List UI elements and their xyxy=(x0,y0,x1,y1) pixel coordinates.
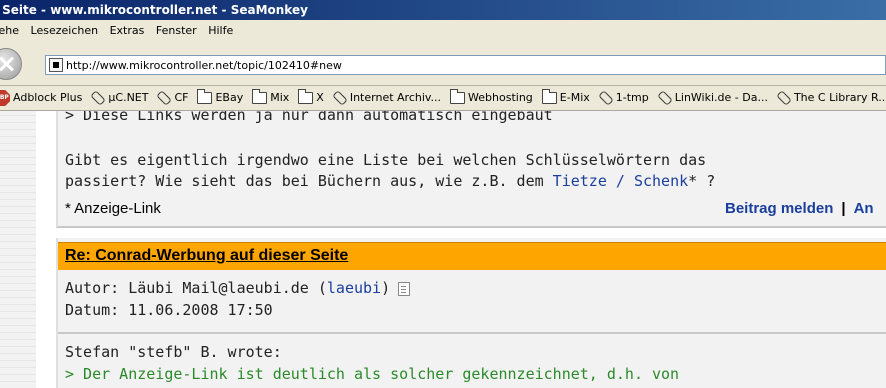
post-date: Datum: 11.06.2008 17:50 xyxy=(65,301,273,319)
bookmark-item[interactable]: E-Mix xyxy=(541,86,590,110)
bookmark-label: E-Mix xyxy=(559,91,590,104)
adblock-icon: ABP xyxy=(0,90,10,106)
post-actions: Beitrag melden | An xyxy=(725,200,874,217)
bookmark-label: The C Library R... xyxy=(793,91,886,104)
bookmark-item[interactable]: The C Library R... xyxy=(776,86,886,110)
link-icon xyxy=(598,90,614,106)
bookmark-label: Mix xyxy=(270,91,290,104)
bookmark-label: LinWiki.de - Da... xyxy=(674,91,768,104)
post-text-line: passiert? Wie sieht das bei Büchern aus,… xyxy=(65,172,715,190)
link-icon xyxy=(332,90,348,106)
menu-lesezeichen[interactable]: Lesezeichen xyxy=(31,20,99,42)
post-title-link[interactable]: Re: Conrad-Werbung auf dieser Seite xyxy=(65,247,348,265)
link-icon xyxy=(656,90,673,106)
book-link[interactable]: Tietze / Schenk xyxy=(553,172,688,190)
menu-hilfe[interactable]: Hilfe xyxy=(208,20,233,42)
link-icon xyxy=(776,90,792,106)
ad-link-note: * Anzeige-Link xyxy=(65,200,161,217)
menu-gehe[interactable]: Gehe xyxy=(0,20,19,42)
folder-icon xyxy=(450,89,466,104)
link-icon xyxy=(156,90,173,106)
forum-post: Re: Conrad-Werbung auf dieser Seite Auto… xyxy=(56,238,886,388)
url-bar[interactable] xyxy=(45,55,886,75)
quoted-text: > Diese Links werden ja nur dann automat… xyxy=(65,111,553,124)
author-user-link[interactable]: laeubi xyxy=(327,279,381,297)
post-author: Autor: Läubi Mail@laeubi.de (laeubi) xyxy=(65,279,411,297)
bookmark-label: µC.NET xyxy=(108,91,149,104)
window-title-bar: r Seite - www.mikrocontroller.net - SeaM… xyxy=(0,0,886,20)
post-text: passiert? Wie sieht das bei Büchern aus,… xyxy=(65,172,553,190)
bookmark-item[interactable]: Internet Archiv... xyxy=(332,86,442,110)
window-title: r Seite - www.mikrocontroller.net - SeaM… xyxy=(0,3,308,17)
bookmark-item[interactable]: 1-tmp xyxy=(598,86,649,110)
quoted-text: > Der Anzeige-Link ist deutlich als solc… xyxy=(65,365,680,383)
quote-attribution: Stefan "stefb" B. wrote: xyxy=(65,343,282,361)
bookmark-item[interactable]: EBay xyxy=(197,86,243,110)
post-divider xyxy=(58,332,886,334)
bookmark-item[interactable]: X xyxy=(298,86,324,110)
author-text: ) xyxy=(381,279,391,297)
bookmark-item[interactable]: LinWiki.de - Da... xyxy=(656,86,768,110)
site-page-icon xyxy=(49,58,63,72)
menu-fenster[interactable]: Fenster xyxy=(156,20,197,42)
bookmark-item[interactable]: CF xyxy=(156,86,189,110)
folder-icon xyxy=(252,89,268,104)
stop-icon[interactable] xyxy=(0,48,22,80)
bookmark-label: EBay xyxy=(215,91,244,104)
post-header: Re: Conrad-Werbung auf dieser Seite xyxy=(58,242,886,270)
bookmark-label: Internet Archiv... xyxy=(349,91,442,104)
bookmark-item[interactable]: Webhosting xyxy=(450,86,533,110)
folder-icon xyxy=(197,89,213,104)
page-content: > Diese Links werden ja nur dann automat… xyxy=(0,111,886,388)
bookmark-label: 1-tmp xyxy=(615,91,649,104)
post-text-line: Gibt es eigentlich irgendwo eine Liste b… xyxy=(65,151,707,169)
bookmark-item[interactable]: µC.NET xyxy=(90,86,149,110)
bookmark-label: X xyxy=(316,91,324,104)
link-icon xyxy=(90,90,107,106)
bookmark-label: Adblock Plus xyxy=(13,91,83,104)
page-side-decoration xyxy=(0,111,46,388)
bookmark-label: CF xyxy=(174,91,189,104)
reply-link[interactable]: An xyxy=(854,200,874,217)
bookmark-label: Webhosting xyxy=(468,91,533,104)
post-text: * ? xyxy=(688,172,716,190)
document-icon[interactable] xyxy=(398,281,411,296)
bookmarks-toolbar: ABPAdblock Plus µC.NET CF EBay Mix X Internet … xyxy=(0,86,886,111)
folder-icon xyxy=(298,89,314,104)
bookmark-item[interactable]: Mix xyxy=(252,86,289,110)
menu-bar: Gehe Lesezeichen Extras Fenster Hilfe xyxy=(0,20,886,42)
navigation-toolbar xyxy=(0,42,886,86)
forum-post: > Diese Links werden ja nur dann automat… xyxy=(56,111,886,228)
bookmark-item[interactable]: ABPAdblock Plus xyxy=(0,86,82,110)
report-post-link[interactable]: Beitrag melden xyxy=(725,200,833,217)
actions-separator: | xyxy=(841,200,846,217)
author-text: Autor: Läubi Mail@laeubi.de ( xyxy=(65,279,327,297)
menu-extras[interactable]: Extras xyxy=(110,20,145,42)
url-input[interactable] xyxy=(66,56,866,74)
folder-icon xyxy=(541,89,557,104)
